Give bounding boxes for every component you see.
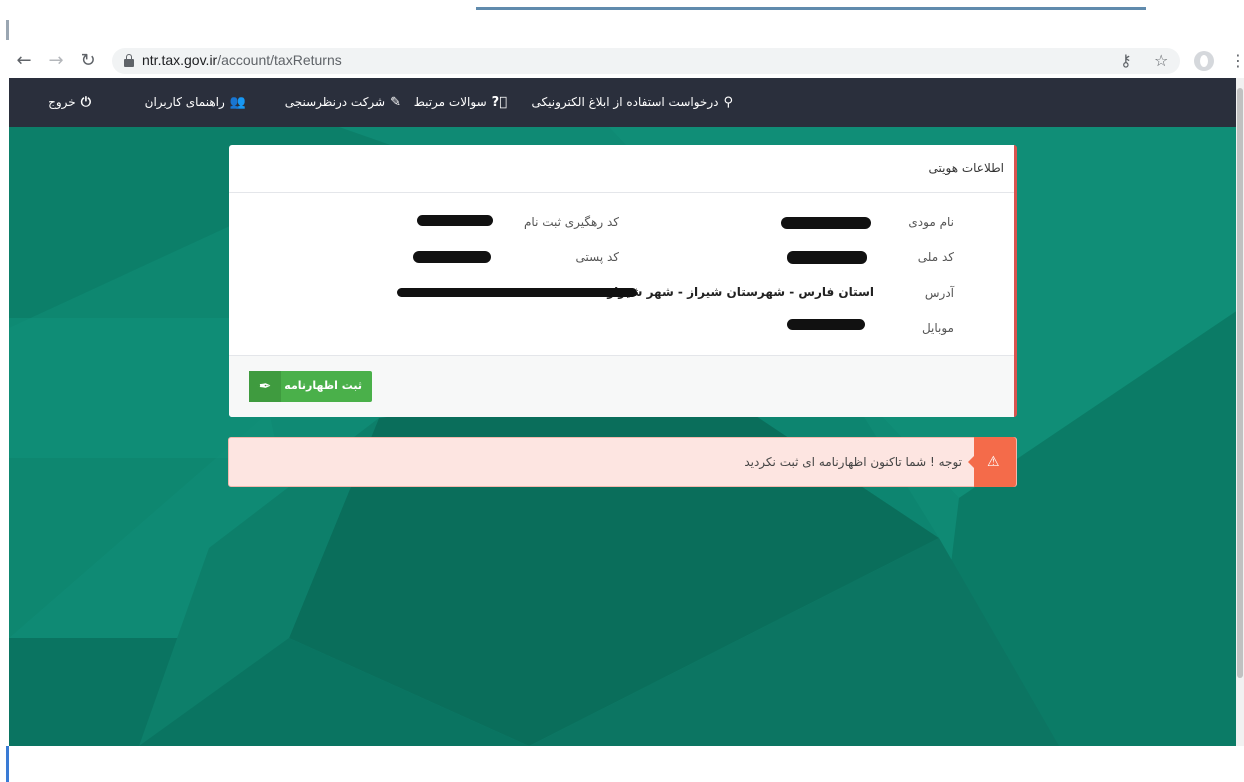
notice-icon: ⚲ [723, 95, 733, 110]
redacted-mobile [787, 319, 865, 330]
nav-electronic-notice-label: درخواست استفاده از ابلاغ الکترونیکی [531, 95, 719, 109]
nav-faq-label: سوالات مرتبط [413, 95, 487, 109]
power-icon: ⏻ [80, 95, 91, 110]
profile-icon[interactable] [1194, 51, 1214, 71]
tab-strip-remnant [476, 0, 1146, 10]
pen-nib-icon: ✒ [249, 371, 281, 402]
redacted-tracking-code [417, 215, 493, 226]
key-icon[interactable]: ⚷ [1120, 49, 1132, 73]
url-host: ntr.tax.gov.ir [142, 52, 218, 68]
label-national-code: کد ملی [917, 250, 954, 264]
page-scrollbar[interactable] [1236, 78, 1244, 746]
window-edge-bottom [6, 746, 9, 782]
nav-logout[interactable]: ⏻ خروج [48, 78, 91, 127]
redacted-taxpayer-name [781, 217, 871, 229]
warning-icon: ⚠ [987, 454, 1000, 470]
browser-toolbar: ← → ↻ ntr.tax.gov.ir/account/taxReturns … [6, 44, 1244, 78]
nav-user-guide-label: راهنمای کاربران [144, 95, 225, 109]
lock-icon [124, 54, 134, 67]
address-bar[interactable]: ntr.tax.gov.ir/account/taxReturns [112, 48, 1180, 74]
warning-icon-box: ⚠ [968, 437, 1016, 487]
screenshot-root: ← → ↻ ntr.tax.gov.ir/account/taxReturns … [0, 0, 1244, 782]
register-return-button[interactable]: ✒ ثبت اظهارنامه [249, 371, 372, 402]
star-icon[interactable]: ☆ [1154, 49, 1168, 73]
top-navbar: ⚲ درخواست استفاده از ابلاغ الکترونیکی ?⃝… [9, 78, 1241, 127]
forward-arrow-icon[interactable]: → [44, 49, 68, 73]
users-icon: 👥 [229, 95, 246, 110]
label-postal-code: کد پستی [575, 250, 620, 264]
nav-faq[interactable]: ?⃝ سوالات مرتبط [414, 78, 507, 127]
alert-message: توجه ! شما تاکنون اظهارنامه ای ثبت نکردی… [744, 455, 962, 469]
label-address: آدرس [924, 286, 954, 300]
redacted-national-code [787, 251, 867, 264]
question-circle-icon: ?⃝ [491, 95, 507, 110]
menu-dots-icon[interactable]: ⋮ [1230, 49, 1244, 73]
label-mobile: موبایل [921, 321, 954, 335]
back-arrow-icon[interactable]: ← [12, 49, 36, 73]
window-edge [6, 20, 9, 40]
page-viewport: ⚲ درخواست استفاده از ابلاغ الکترونیکی ?⃝… [9, 78, 1241, 746]
nav-electronic-notice[interactable]: ⚲ درخواست استفاده از ابلاغ الکترونیکی [532, 78, 733, 127]
panel-title: اطلاعات هویتی [229, 145, 1014, 193]
warning-alert: ⚠ توجه ! شما تاکنون اظهارنامه ای ثبت نکر… [228, 437, 1017, 487]
url-text: ntr.tax.gov.ir/account/taxReturns [142, 52, 342, 68]
scrollbar-thumb[interactable] [1237, 88, 1243, 678]
label-tracking-code: کد رهگیری ثبت نام [523, 215, 619, 229]
edit-icon: ✎ [390, 95, 401, 110]
reload-icon[interactable]: ↻ [76, 49, 100, 73]
redacted-address-detail [397, 288, 637, 297]
nav-survey[interactable]: ✎ شرکت درنظرسنجی [285, 78, 401, 127]
address-value: استان فارس - شهرستان شیراز - شهر شیراز [607, 285, 874, 299]
nav-logout-label: خروج [48, 95, 76, 109]
panel-footer: ✒ ثبت اظهارنامه [229, 355, 1014, 417]
nav-user-guide[interactable]: 👥 راهنمای کاربران [145, 78, 246, 127]
label-taxpayer-name: نام مودی [908, 215, 954, 229]
identity-panel: اطلاعات هویتی نام مودی کد رهگیری ثبت نام… [229, 145, 1017, 417]
url-path: /account/taxReturns [217, 52, 342, 68]
redacted-postal-code [413, 251, 491, 263]
nav-survey-label: شرکت درنظرسنجی [284, 95, 386, 109]
register-return-label: ثبت اظهارنامه [284, 379, 362, 392]
